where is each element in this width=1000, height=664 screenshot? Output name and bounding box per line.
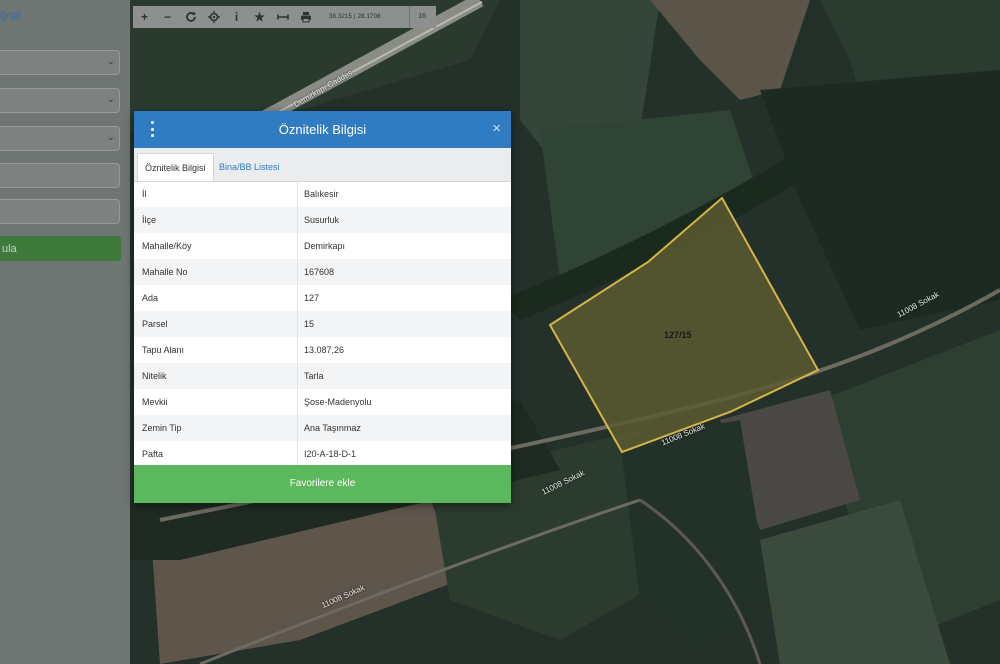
sidebar-select[interactable]: ⌄ [0, 126, 120, 151]
row-value: 13.087,26 [304, 345, 345, 355]
row-value: Şose-Madenyolu [304, 397, 372, 407]
sidebar: ğrafi ⌄ ⌄ ⌄ ula [0, 0, 130, 664]
table-row: Zemin Tip Ana Taşınmaz [134, 415, 511, 441]
table-row: Ada 127 [134, 285, 511, 311]
row-value: Demirkapı [304, 241, 346, 251]
row-value: 167608 [304, 267, 335, 277]
dialog-title: Öznitelik Bilgisi [278, 122, 367, 137]
table-row: Nitelik Tarla [134, 363, 511, 389]
add-to-favorites-button[interactable]: Favorilere ekle [134, 465, 511, 503]
row-value: 127 [304, 293, 320, 303]
row-value: I20-A-18-D-1 [304, 449, 357, 459]
table-row: İl Balıkesir [134, 181, 511, 207]
row-value: Susurluk [304, 215, 340, 225]
coordinate-readout: 38.3215 | 28.1708 [329, 14, 381, 20]
table-row: Mevkii Şose-Madenyolu [134, 389, 511, 415]
attribute-dialog: Öznitelik Bilgisi × Öznitelik Bilgisi Bi… [134, 111, 511, 503]
tab-attribute-info[interactable]: Öznitelik Bilgisi [137, 153, 214, 181]
minus-icon[interactable]: − [156, 6, 179, 28]
row-key: Mevkii [134, 389, 298, 415]
plus-icon[interactable]: + [133, 6, 156, 28]
row-key: Mahalle/Köy [134, 233, 298, 259]
measure-icon[interactable] [271, 6, 294, 28]
sidebar-select[interactable]: ⌄ [0, 88, 120, 113]
table-row: Tapu Alanı 13.087,26 [134, 337, 511, 363]
row-value: 15 [304, 319, 315, 329]
tab-building-list[interactable]: Bina/BB Listesi [212, 153, 287, 181]
row-key: Zemin Tip [134, 415, 298, 441]
refresh-icon[interactable] [179, 6, 202, 28]
dialog-header: Öznitelik Bilgisi × [134, 111, 511, 148]
row-key: İl [134, 181, 298, 207]
row-key: Pafta [134, 441, 298, 467]
sidebar-tab-link[interactable]: ğrafi [0, 10, 21, 22]
zoom-level: 16 [409, 6, 426, 28]
sidebar-select[interactable]: ⌄ [0, 50, 120, 75]
attribute-table: İl Balıkesir İlçe Susurluk Mahalle/Köy Demirk… [134, 181, 511, 467]
table-row: Mahalle/Köy Demirkapı [134, 233, 511, 259]
row-value: Ana Taşınmaz [304, 423, 361, 433]
row-key: Parsel [134, 311, 298, 337]
row-key: İlçe [134, 207, 298, 233]
print-icon[interactable] [294, 6, 317, 28]
row-key: Mahalle No [134, 259, 298, 285]
row-key: Ada [134, 285, 298, 311]
map-toolbar: + − i ★ 38.3215 | 28.1708 16 [133, 6, 436, 28]
row-value: Balıkesir [304, 189, 339, 199]
table-row: Mahalle No 167608 [134, 259, 511, 285]
dialog-tabs: Öznitelik Bilgisi Bina/BB Listesi [134, 148, 511, 182]
chevron-down-icon: ⌄ [106, 56, 115, 67]
row-key: Tapu Alanı [134, 337, 298, 363]
star-icon[interactable]: ★ [248, 6, 271, 28]
sidebar-input[interactable] [0, 199, 120, 224]
sidebar-input[interactable] [0, 163, 120, 188]
locate-icon[interactable] [202, 6, 225, 28]
parcel-label: 127/15 [664, 330, 692, 340]
row-value: Tarla [304, 371, 324, 381]
table-row: İlçe Susurluk [134, 207, 511, 233]
chevron-down-icon: ⌄ [106, 132, 115, 143]
info-icon[interactable]: i [225, 6, 248, 28]
table-row: Pafta I20-A-18-D-1 [134, 441, 511, 467]
table-row: Parsel 15 [134, 311, 511, 337]
row-key: Nitelik [134, 363, 298, 389]
sidebar-query-button[interactable]: ula [0, 236, 121, 261]
chevron-down-icon: ⌄ [106, 94, 115, 105]
close-icon[interactable]: × [492, 120, 501, 137]
sidebar-query-label: ula [2, 243, 17, 255]
